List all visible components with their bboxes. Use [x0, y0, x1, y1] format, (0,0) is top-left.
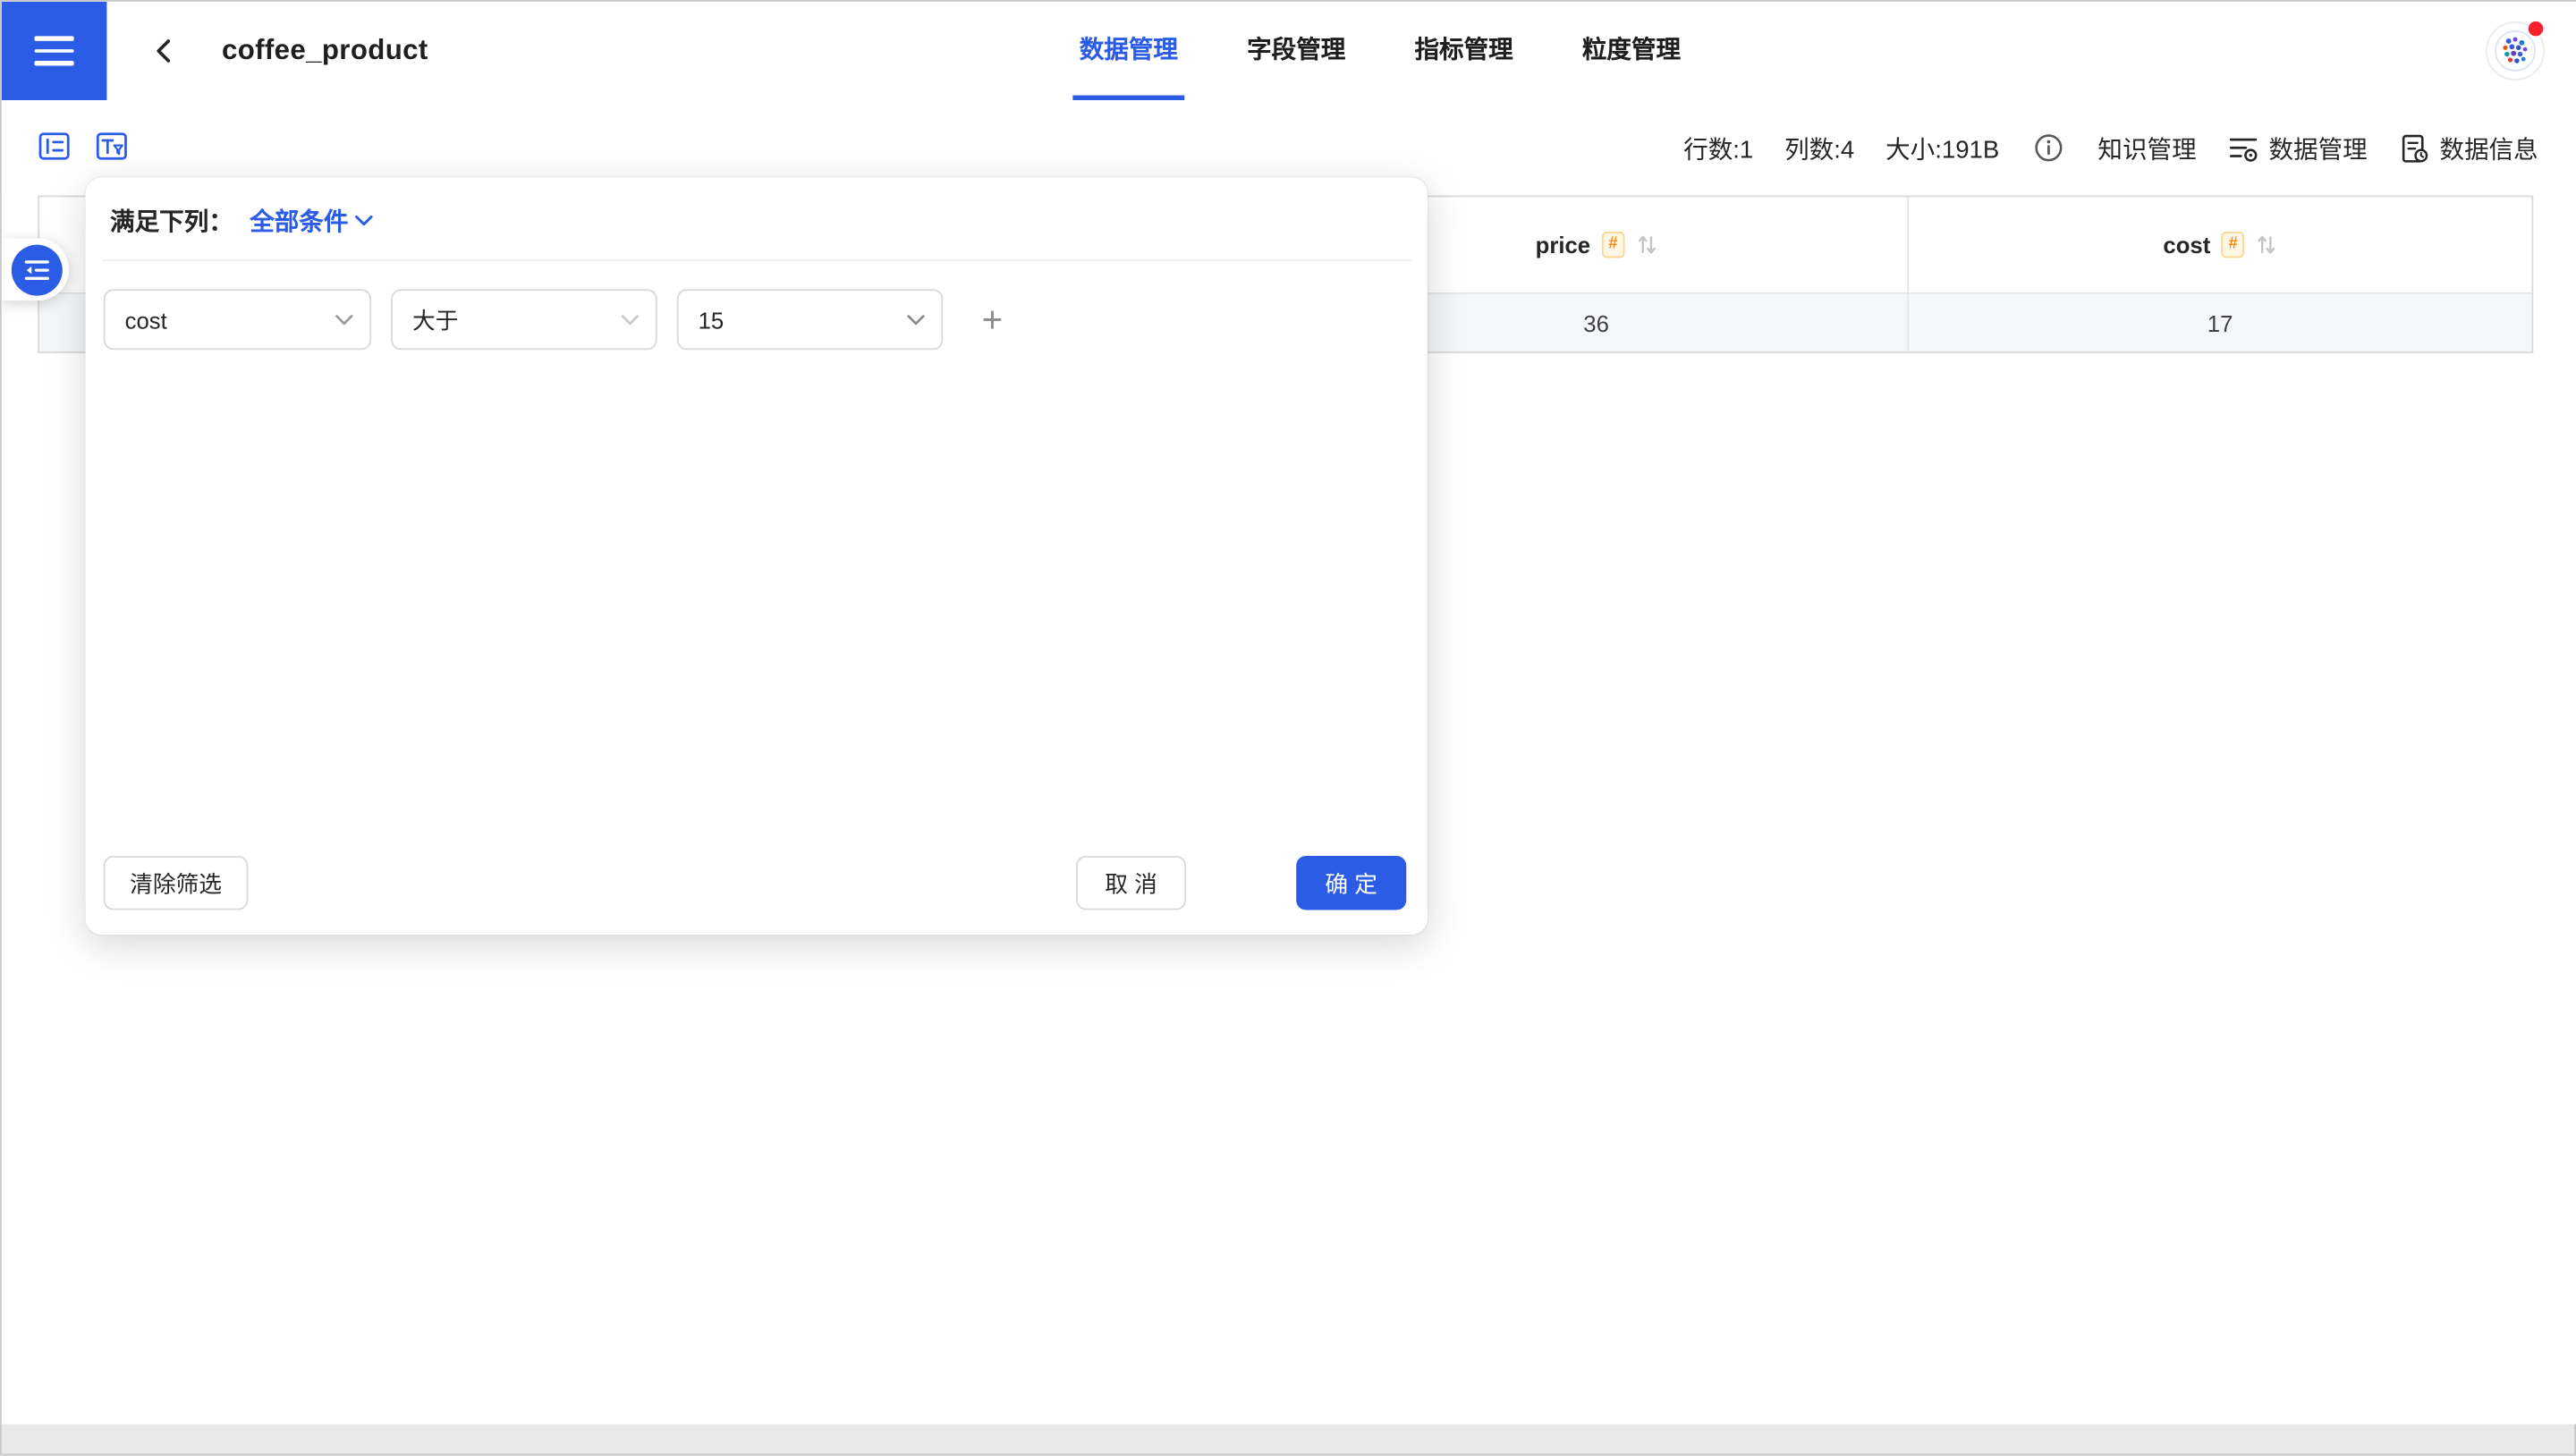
cancel-button[interactable]: 取 消: [1076, 856, 1186, 910]
file-info-icon: [2399, 132, 2430, 164]
operator-select-value: 大于: [412, 303, 458, 336]
chevron-left-icon: [149, 36, 179, 65]
value-combobox: [677, 289, 944, 350]
app-window: coffee_product 数据管理 字段管理 指标管理 粒度管理: [2, 2, 2576, 1425]
edit-columns-icon[interactable]: [36, 128, 72, 164]
column-header-cost[interactable]: cost #: [1909, 197, 2532, 293]
confirm-button[interactable]: 确 定: [1296, 856, 1406, 910]
panel-toggle-circle: [12, 244, 63, 295]
cell-cost: 17: [1909, 294, 2532, 351]
clear-filter-button[interactable]: 清除筛选: [104, 856, 249, 910]
avatar[interactable]: [2486, 21, 2545, 80]
notification-dot: [2527, 20, 2545, 38]
chevron-down-icon: [335, 314, 353, 326]
filter-condition-row: cost 大于 +: [86, 261, 1428, 350]
hamburger-menu-button[interactable]: [2, 2, 107, 100]
database-gear-icon: [2228, 132, 2259, 164]
value-input[interactable]: [679, 291, 942, 348]
match-label: 满足下列：: [110, 204, 233, 239]
filter-table-icon[interactable]: [94, 128, 130, 164]
filter-footer: 清除筛选 取 消 确 定: [86, 856, 1428, 910]
data-management-label: 数据管理: [2268, 131, 2367, 165]
tab-field-management[interactable]: 字段管理: [1241, 2, 1352, 100]
chevron-down-icon[interactable]: [907, 314, 925, 326]
sort-icon[interactable]: [1636, 233, 1657, 257]
knowledge-management-label: 知识管理: [2097, 131, 2196, 165]
tab-metric-management[interactable]: 指标管理: [1408, 2, 1520, 100]
knowledge-management-button[interactable]: 知识管理: [2097, 131, 2196, 165]
column-name: cost: [2163, 232, 2210, 258]
data-management-button[interactable]: 数据管理: [2228, 131, 2368, 165]
panel-toggle-button[interactable]: [2, 238, 69, 301]
row-count: 行数:1: [1683, 131, 1753, 165]
numeric-type-badge: #: [2222, 232, 2244, 258]
field-select[interactable]: cost: [104, 289, 371, 350]
size-label: 大小:191B: [1885, 131, 1999, 165]
field-select-value: cost: [125, 307, 167, 333]
top-tabs: 数据管理 字段管理 指标管理 粒度管理: [1072, 2, 1687, 100]
screen: coffee_product 数据管理 字段管理 指标管理 粒度管理: [0, 0, 2576, 1455]
chevron-down-icon: [355, 216, 373, 227]
tab-granularity-management[interactable]: 粒度管理: [1576, 2, 1688, 100]
operator-select[interactable]: 大于: [391, 289, 657, 350]
match-mode-dropdown[interactable]: 全部条件: [250, 204, 373, 239]
add-condition-button[interactable]: +: [971, 298, 1014, 341]
column-name: price: [1536, 232, 1590, 258]
filter-popover: 满足下列： 全部条件 cost 大于: [86, 177, 1428, 935]
col-count: 列数:4: [1784, 131, 1854, 165]
app-header: coffee_product 数据管理 字段管理 指标管理 粒度管理: [2, 2, 2576, 100]
data-info-button[interactable]: 数据信息: [2399, 131, 2538, 165]
match-mode-value: 全部条件: [250, 204, 348, 239]
chevron-down-icon: [621, 314, 639, 326]
data-info-label: 数据信息: [2440, 131, 2538, 165]
info-icon[interactable]: [2030, 130, 2066, 165]
back-button[interactable]: [149, 36, 179, 65]
collapse-list-icon: [23, 257, 51, 282]
sort-icon[interactable]: [2256, 233, 2277, 257]
toolbar-right: 行数:1 列数:4 大小:191B 知识管理: [1683, 100, 2538, 196]
numeric-type-badge: #: [1602, 232, 1624, 258]
filter-header: 满足下列： 全部条件: [86, 177, 1428, 259]
toolbar-left-icons: [36, 128, 130, 164]
tab-data-management[interactable]: 数据管理: [1072, 2, 1184, 100]
page-title: coffee_product: [222, 35, 428, 68]
